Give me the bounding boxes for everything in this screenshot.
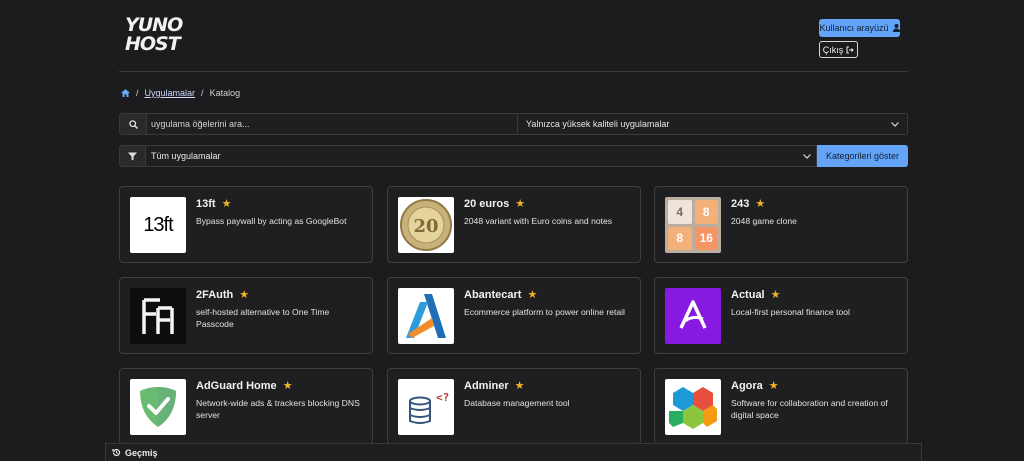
app-description: Network-wide ads & trackers blocking DNS… <box>196 398 360 420</box>
app-name-text: 20 euros <box>464 197 510 210</box>
app-description: Local-first personal finance tool <box>731 307 850 317</box>
user-interface-button-label: Kullanıcı arayüzü <box>819 23 889 33</box>
app-description: Ecommerce platform to power online retai… <box>464 307 625 317</box>
app-card-2fauth[interactable]: 2FAuth ★ self-hosted alternative to One T… <box>119 277 373 354</box>
app-name: 20 euros ★ <box>464 197 526 211</box>
app-logo-agora <box>665 379 721 435</box>
yunohost-logo[interactable]: YUNO HOST <box>125 16 183 60</box>
app-logo-adguard-home <box>130 379 186 435</box>
app-name-text: 243 <box>731 197 750 210</box>
breadcrumb-separator: / <box>201 88 204 98</box>
app-logo-13ft: 13ft <box>130 197 186 253</box>
star-icon: ★ <box>514 380 525 392</box>
app-card-agora[interactable]: Agora ★ Software for collaboration and cr… <box>654 368 908 445</box>
sign-out-icon <box>846 46 854 53</box>
filter-icon-box <box>119 145 146 167</box>
app-logo-243: 4 8 8 16 <box>665 197 721 253</box>
chevron-down-icon <box>803 153 811 159</box>
breadcrumb-separator: / <box>136 88 139 98</box>
app-logo-20-euros: 20 <box>398 197 454 253</box>
star-icon: ★ <box>527 289 538 301</box>
user-icon <box>892 24 900 32</box>
category-filter-bar: Tüm uygulamalar Kategorileri göster <box>119 145 908 167</box>
chevron-down-icon <box>891 121 899 127</box>
app-name: Actual ★ <box>731 288 781 302</box>
app-name: Abantecart ★ <box>464 288 538 302</box>
history-icon <box>112 448 121 457</box>
breadcrumb-current: Katalog <box>209 88 241 98</box>
home-icon[interactable] <box>121 89 130 97</box>
app-logo-13ft-text: 13ft <box>143 213 173 236</box>
app-name-text: Agora <box>731 379 763 392</box>
header: YUNO HOST Kullanıcı arayüzü Çıkış <box>119 14 908 72</box>
search-icon-box <box>120 114 147 134</box>
app-description: Database management tool <box>464 398 570 408</box>
tile: 8 <box>668 226 692 250</box>
app-logo-2fauth <box>130 288 186 344</box>
app-card-adguard-home[interactable]: AdGuard Home ★ Network-wide ads & tracker… <box>119 368 373 445</box>
app-card-20-euros[interactable]: 20 20 euros ★ 2048 variant with Euro coin… <box>387 186 641 263</box>
app-name-text: 2FAuth <box>196 288 234 301</box>
app-name: Agora ★ <box>731 379 779 393</box>
category-select[interactable]: Tüm uygulamalar <box>146 145 817 167</box>
star-icon: ★ <box>282 380 293 392</box>
breadcrumb: / Uygulamalar / Katalog <box>121 86 240 100</box>
app-name: 13ft ★ <box>196 197 232 211</box>
app-logo-adminer: <? <box>398 379 454 435</box>
search-bar: Yalnızca yüksek kaliteli uygulamalar <box>119 113 908 135</box>
show-categories-button[interactable]: Kategorileri göster <box>817 145 908 167</box>
logout-button-label: Çıkış <box>822 44 844 55</box>
app-name-text: Abantecart <box>464 288 522 301</box>
star-icon: ★ <box>239 289 250 301</box>
app-name-text: Adminer <box>464 379 509 392</box>
logo-line-2: HOST <box>125 33 181 55</box>
category-select-value: Tüm uygulamalar <box>151 151 221 161</box>
app-name-text: Actual <box>731 288 765 301</box>
history-panel-toggle[interactable]: Geçmiş <box>105 443 922 461</box>
user-interface-button[interactable]: Kullanıcı arayüzü <box>819 19 900 37</box>
quality-select-value: Yalnızca yüksek kaliteli uygulamalar <box>526 119 670 129</box>
app-description: Bypass paywall by acting as GoogleBot <box>196 216 347 226</box>
app-description: Software for collaboration and creation … <box>731 398 888 420</box>
app-name: AdGuard Home ★ <box>196 379 293 393</box>
star-icon: ★ <box>770 289 781 301</box>
star-icon: ★ <box>515 198 526 210</box>
app-card-actual[interactable]: Actual ★ Local-first personal finance too… <box>654 277 908 354</box>
app-card-adminer[interactable]: <? Adminer ★ Database management tool <box>387 368 641 445</box>
app-card-abantecart[interactable]: Abantecart ★ Ecommerce platform to power … <box>387 277 641 354</box>
app-name: Adminer ★ <box>464 379 525 393</box>
filter-icon <box>128 152 137 160</box>
tile: 4 <box>668 200 692 224</box>
app-name: 243 ★ <box>731 197 766 211</box>
history-label: Geçmiş <box>125 447 158 458</box>
breadcrumb-apps-link[interactable]: Uygulamalar <box>145 88 196 98</box>
quality-select[interactable]: Yalnızca yüksek kaliteli uygulamalar <box>518 114 907 134</box>
star-icon: ★ <box>768 380 779 392</box>
star-icon: ★ <box>221 198 232 210</box>
app-description: self-hosted alternative to One Time Pass… <box>196 307 330 329</box>
app-logo-actual <box>665 288 721 344</box>
app-name-text: 13ft <box>196 197 216 210</box>
app-logo-abantecart <box>398 288 454 344</box>
svg-text:<?: <? <box>436 391 449 404</box>
app-description: 2048 variant with Euro coins and notes <box>464 216 613 226</box>
logout-button[interactable]: Çıkış <box>819 41 858 58</box>
search-icon <box>128 119 138 129</box>
search-input[interactable] <box>147 114 518 134</box>
app-card-243[interactable]: 4 8 8 16 243 ★ 2048 game clone <box>654 186 908 263</box>
app-card-13ft[interactable]: 13ft 13ft ★ Bypass paywall by acting as G… <box>119 186 373 263</box>
tile: 8 <box>694 200 718 224</box>
app-name: 2FAuth ★ <box>196 288 250 302</box>
coin-value: 20 <box>413 216 438 237</box>
app-description: 2048 game clone <box>731 216 797 226</box>
app-name-text: AdGuard Home <box>196 379 277 392</box>
star-icon: ★ <box>755 198 766 210</box>
tile: 16 <box>694 226 718 250</box>
